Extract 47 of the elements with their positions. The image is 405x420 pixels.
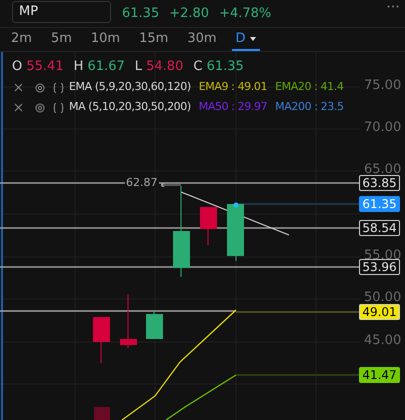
price-change: +2.80 — [169, 4, 210, 23]
trendline-price-label: 62.87 — [125, 177, 158, 188]
timeframe-tab[interactable]: 15m — [139, 29, 168, 51]
ohlc-value: O 55.41 — [12, 58, 64, 76]
percent-change: +4.78% — [219, 4, 272, 23]
indicator-name: EMA (5,9,20,30,60,120) — [69, 79, 191, 96]
price-axis-label: 75.00 — [364, 79, 402, 92]
candle — [94, 407, 110, 420]
price-axis-label: 55.00 — [364, 249, 402, 262]
indicator-value: MA200 : 23.5 — [275, 99, 344, 116]
candle — [146, 310, 163, 339]
trendline-anchor[interactable] — [161, 183, 181, 187]
last-price-dot — [234, 202, 238, 208]
indicator-value: EMA9 : 49.01 — [198, 79, 268, 96]
candle — [93, 317, 110, 364]
close-icon[interactable] — [14, 103, 23, 112]
indicator-value: MA50 : 29.97 — [198, 99, 268, 116]
price-level-label: 53.96 — [359, 259, 400, 275]
price-axis-label: 70.00 — [364, 121, 402, 134]
symbol-field[interactable]: MP — [12, 0, 111, 22]
candle — [227, 204, 244, 262]
candle — [200, 207, 217, 246]
price-level-label: 41.47 — [359, 367, 400, 383]
braces-icon[interactable] — [53, 82, 64, 92]
last-price: 61.35 — [122, 4, 160, 23]
price-level-label: 49.01 — [359, 304, 400, 320]
more-icon[interactable] — [387, 5, 399, 8]
price-level-label: 63.85 — [359, 175, 400, 191]
price-axis-label: 45.00 — [364, 334, 402, 347]
braces-icon[interactable] — [53, 102, 64, 112]
timeframe-tab[interactable]: 5m — [50, 29, 72, 51]
timeframe-tab[interactable]: D — [232, 29, 260, 51]
ohlc-value: L 54.80 — [134, 58, 184, 76]
close-icon[interactable] — [14, 83, 23, 92]
timeframe-tab[interactable]: 30m — [187, 29, 217, 51]
ohlc-value: H 61.67 — [74, 58, 125, 76]
ohlc-value: C 61.35 — [193, 58, 244, 76]
price-axis-label: 50.00 — [364, 291, 402, 304]
indicator-value: EMA20 : 41.4 — [275, 79, 344, 96]
candle — [120, 294, 137, 348]
timeframe-tab[interactable]: 10m — [90, 29, 120, 51]
price-axis-label: 65.00 — [364, 163, 402, 176]
price-level-label: 61.35 — [359, 196, 400, 212]
caret-icon — [250, 37, 256, 41]
timeframe-tab[interactable]: 2m — [11, 29, 32, 51]
indicator-name: MA (5,10,20,30,50,200) — [69, 99, 191, 116]
price-level-label: 58.54 — [359, 220, 400, 236]
